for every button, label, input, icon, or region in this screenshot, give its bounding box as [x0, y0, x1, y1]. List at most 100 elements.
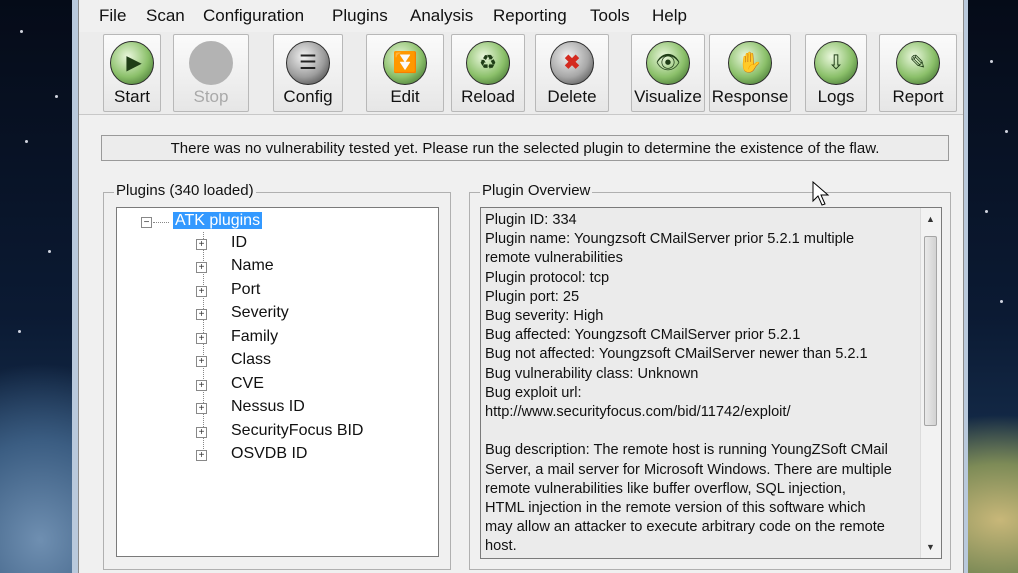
overview-line: Bug not affected: Youngzsoft CMailServer…: [485, 346, 868, 363]
reload-icon: ♻: [466, 41, 510, 85]
star: [1000, 300, 1003, 303]
menu-analysis[interactable]: Analysis: [410, 6, 473, 26]
overview-line: Plugin name: Youngzsoft CMailServer prio…: [485, 231, 855, 248]
overview-content: Plugin ID: 334 Plugin name: Youngzsoft CM…: [485, 211, 915, 557]
tree-root-label: ATK plugins: [173, 212, 263, 229]
star: [55, 95, 58, 98]
expand-icon[interactable]: +: [196, 403, 207, 414]
app-window: File Scan Configuration Plugins Analysis…: [78, 0, 964, 573]
star: [990, 60, 993, 63]
logs-button[interactable]: ⇩ Logs: [805, 34, 867, 112]
delete-label: Delete: [547, 87, 597, 106]
menu-plugins[interactable]: Plugins: [332, 6, 388, 26]
play-icon: ▶: [110, 41, 154, 85]
plugins-group-title: Plugins (340 loaded): [114, 182, 256, 199]
overview-line: http://www.securityfocus.com/bid/11742/e…: [485, 404, 791, 421]
overview-group-title: Plugin Overview: [480, 182, 593, 199]
tree-node-severity[interactable]: Severity: [231, 304, 289, 322]
menu-help[interactable]: Help: [652, 6, 687, 26]
stop-button[interactable]: Stop: [173, 34, 249, 112]
menu-file[interactable]: File: [99, 6, 126, 26]
tree-line: [153, 222, 169, 223]
tree-node-port[interactable]: Port: [231, 281, 260, 299]
expand-icon[interactable]: +: [196, 333, 207, 344]
start-label: Start: [114, 87, 150, 106]
response-icon: ✋: [728, 41, 772, 85]
tree-node-id[interactable]: ID: [231, 234, 247, 252]
delete-button[interactable]: ✖ Delete: [535, 34, 609, 112]
status-message: There was no vulnerability tested yet. P…: [101, 135, 949, 161]
expand-icon[interactable]: +: [196, 450, 207, 461]
tree-node-name[interactable]: Name: [231, 257, 274, 275]
expand-icon[interactable]: +: [196, 356, 207, 367]
tree-root[interactable]: ATK plugins: [173, 212, 263, 230]
report-button[interactable]: ✎ Report: [879, 34, 957, 112]
overview-line: Bug exploit url:: [485, 384, 582, 401]
plugin-tree[interactable]: − ATK plugins + ID + Name + Port + Sever…: [116, 207, 439, 557]
start-button[interactable]: ▶ Start: [103, 34, 161, 112]
reload-label: Reload: [461, 87, 515, 106]
delete-icon: ✖: [550, 41, 594, 85]
edit-label: Edit: [390, 87, 420, 106]
eye-icon: 👁: [646, 41, 690, 85]
edit-button[interactable]: ⏬ Edit: [366, 34, 444, 112]
scroll-thumb[interactable]: [924, 236, 937, 426]
overview-line: Bug affected: Youngzsoft CMailServer pri…: [485, 327, 801, 344]
expand-icon[interactable]: +: [196, 262, 207, 273]
edit-icon: ⏬: [383, 41, 427, 85]
config-button[interactable]: ☰ Config: [273, 34, 343, 112]
stop-label: Stop: [193, 87, 229, 106]
overview-line: [485, 422, 915, 441]
expand-icon[interactable]: +: [196, 239, 207, 250]
report-icon: ✎: [896, 41, 940, 85]
overview-line: remote vulnerabilities like buffer overf…: [485, 480, 846, 497]
collapse-icon[interactable]: −: [141, 217, 152, 228]
expand-icon[interactable]: +: [196, 380, 207, 391]
star: [18, 330, 21, 333]
scroll-down-icon[interactable]: ▼: [926, 542, 935, 552]
plugin-overview-text[interactable]: Plugin ID: 334 Plugin name: Youngzsoft CM…: [480, 207, 942, 559]
star: [48, 250, 51, 253]
overview-line: host.: [485, 538, 517, 555]
stop-icon: [189, 41, 233, 85]
response-button[interactable]: ✋ Response: [709, 34, 791, 112]
star: [1005, 130, 1008, 133]
menu-scan[interactable]: Scan: [146, 6, 185, 26]
config-label: Config: [283, 87, 333, 106]
menu-reporting[interactable]: Reporting: [493, 6, 567, 26]
reload-button[interactable]: ♻ Reload: [451, 34, 525, 112]
scroll-up-icon[interactable]: ▲: [926, 214, 935, 224]
overview-line: Plugin ID: 334: [485, 212, 577, 228]
overview-line: Bug description: The remote host is runn…: [485, 442, 888, 459]
mouse-cursor-icon: [812, 181, 830, 206]
overview-line: Plugin protocol: tcp: [485, 269, 610, 286]
star: [985, 210, 988, 213]
expand-icon[interactable]: +: [196, 309, 207, 320]
vertical-scrollbar[interactable]: ▲ ▼: [920, 208, 941, 558]
tree-node-cve[interactable]: CVE: [231, 375, 264, 393]
response-label: Response: [711, 87, 789, 106]
overview-line: Server, a mail server for Microsoft Wind…: [485, 461, 892, 478]
overview-line: Plugin port: 25: [485, 288, 580, 305]
star: [20, 30, 23, 33]
logs-icon: ⇩: [814, 41, 858, 85]
tree-node-nessus-id[interactable]: Nessus ID: [231, 398, 305, 416]
logs-label: Logs: [817, 87, 855, 106]
menu-tools[interactable]: Tools: [590, 6, 630, 26]
visualize-button[interactable]: 👁 Visualize: [631, 34, 705, 112]
overview-line: may allow an attacker to execute arbitra…: [485, 519, 885, 536]
tree-node-class[interactable]: Class: [231, 351, 271, 369]
report-label: Report: [892, 87, 944, 106]
tree-node-family[interactable]: Family: [231, 328, 278, 346]
tree-node-securityfocus-bid[interactable]: SecurityFocus BID: [231, 422, 363, 440]
menu-bar: File Scan Configuration Plugins Analysis…: [79, 0, 963, 30]
config-icon: ☰: [286, 41, 330, 85]
overview-line: Bug vulnerability class: Unknown: [485, 365, 699, 382]
toolbar: ▶ Start Stop ☰ Config ⏬ Edit ♻ Reload ✖ …: [79, 32, 963, 115]
menu-configuration[interactable]: Configuration: [203, 6, 304, 26]
tree-node-osvdb-id[interactable]: OSVDB ID: [231, 445, 307, 463]
overview-line: Bug severity: High: [485, 308, 604, 325]
expand-icon[interactable]: +: [196, 286, 207, 297]
overview-line: remote vulnerabilities: [485, 250, 623, 267]
expand-icon[interactable]: +: [196, 427, 207, 438]
